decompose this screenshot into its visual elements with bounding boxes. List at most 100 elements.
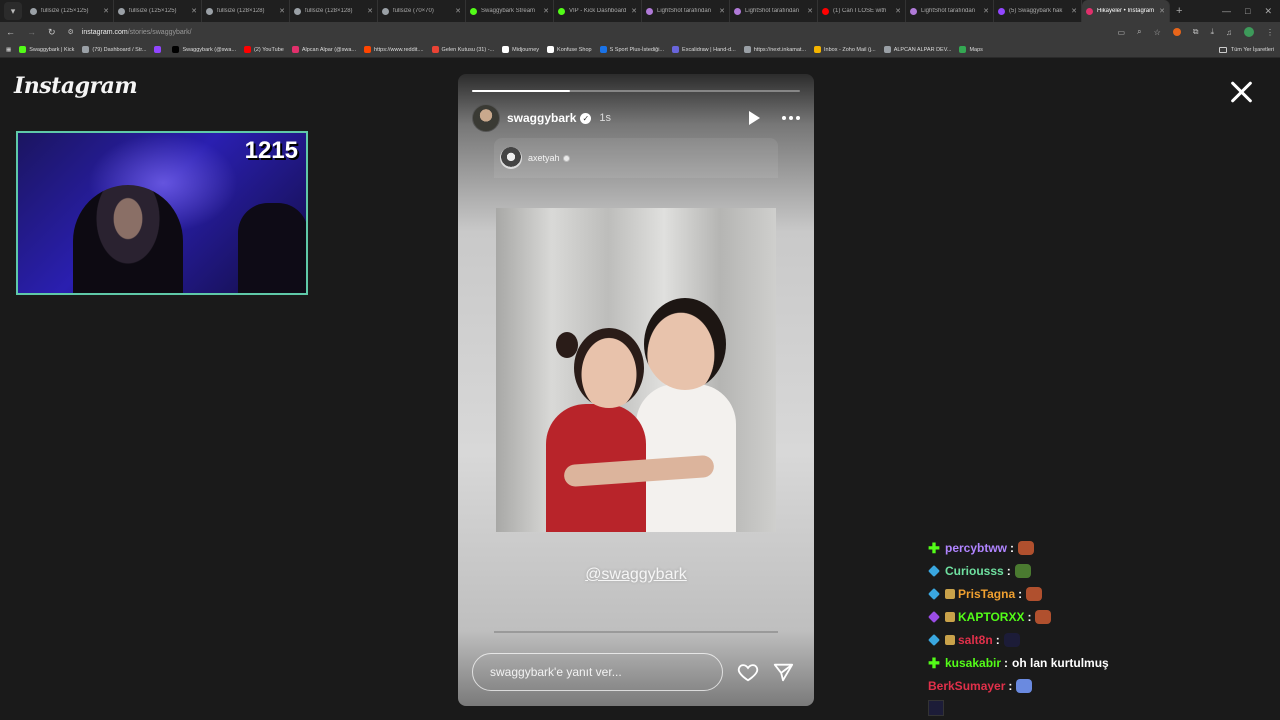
story-username[interactable]: swaggybark bbox=[507, 111, 576, 125]
browser-tab[interactable]: fullsize (125×125) ✕ bbox=[114, 0, 202, 22]
all-bookmarks-button[interactable]: Tüm Yer İşaretleri bbox=[1218, 46, 1274, 53]
bookmark-item[interactable]: Gelen Kutusu (31) -... bbox=[431, 46, 494, 53]
tab-search-button[interactable]: ▾ bbox=[4, 2, 22, 20]
tab-close-icon[interactable]: ✕ bbox=[807, 7, 813, 15]
url-field[interactable]: ⚙ instagram.com /stories/swaggybark/ bbox=[68, 24, 1118, 40]
apps-icon[interactable]: ▦ bbox=[6, 47, 11, 53]
reposted-post[interactable]: axetyah @swaggybark bbox=[494, 138, 778, 583]
tab-close-icon[interactable]: ✕ bbox=[895, 7, 901, 15]
tab-close-icon[interactable]: ✕ bbox=[191, 7, 197, 15]
close-story-icon[interactable] bbox=[1228, 79, 1254, 105]
play-icon[interactable] bbox=[749, 111, 760, 125]
browser-tab[interactable]: (1) Can I LOSE with ✕ bbox=[818, 0, 906, 22]
bookmark-item[interactable]: https://www.reddit.... bbox=[364, 46, 424, 53]
profile-avatar[interactable] bbox=[1244, 27, 1254, 37]
minimize-icon[interactable]: — bbox=[1222, 6, 1231, 17]
reload-icon[interactable]: ↻ bbox=[48, 27, 56, 38]
bookmark-item[interactable]: (79) Dashboard / Str... bbox=[82, 46, 146, 53]
plus-badge-icon: ✚ bbox=[928, 654, 940, 671]
window-close-icon[interactable]: ✕ bbox=[1264, 6, 1272, 17]
photo-boy-head bbox=[644, 298, 726, 390]
tab-favicon-icon bbox=[998, 7, 1005, 15]
tab-close-icon[interactable]: ✕ bbox=[983, 7, 989, 15]
chat-message: KAPTORXX: bbox=[928, 605, 1258, 628]
plus-badge-icon: ✚ bbox=[928, 539, 940, 556]
mention-sticker[interactable]: @swaggybark bbox=[494, 566, 778, 584]
tab-close-icon[interactable]: ✕ bbox=[631, 7, 637, 15]
chat-username[interactable]: Curiousss bbox=[945, 564, 1004, 578]
story-viewer[interactable]: swaggybark ✓ 1s axetyah @swaggybark bbox=[458, 74, 814, 706]
browser-tab[interactable]: fullsize (125×125) ✕ bbox=[26, 0, 114, 22]
bookmark-label: Alpcan Alpar (@swa... bbox=[301, 46, 357, 53]
chat-username[interactable]: percybtww bbox=[945, 541, 1007, 555]
bookmark-item[interactable] bbox=[154, 46, 164, 53]
tab-close-icon[interactable]: ✕ bbox=[1159, 7, 1165, 15]
tab-close-icon[interactable]: ✕ bbox=[103, 7, 109, 15]
tab-label: VIP - Kick Dashboard bbox=[569, 8, 627, 14]
story-avatar[interactable] bbox=[472, 104, 500, 132]
browser-tab[interactable]: fullsize (70×70) ✕ bbox=[378, 0, 466, 22]
browser-tab[interactable]: LightShot tarafından ✕ bbox=[730, 0, 818, 22]
bookmark-item[interactable]: Midjourney bbox=[502, 46, 539, 53]
maximize-icon[interactable]: □ bbox=[1245, 6, 1250, 17]
new-tab-button[interactable]: + bbox=[1176, 5, 1182, 17]
chat-separator: : bbox=[995, 632, 1000, 647]
chat-overlay: ✚ percybtww: Curiousss: PrisTagna: KAPTORXX:… bbox=[928, 536, 1258, 697]
cast-icon[interactable]: ▭ bbox=[1118, 28, 1126, 37]
forward-icon[interactable]: → bbox=[27, 27, 36, 37]
browser-tab[interactable]: Hikayeler • Instagram ✕ bbox=[1082, 0, 1170, 22]
bookmark-item[interactable]: Swaggybark | Kick bbox=[19, 46, 74, 53]
bookmark-item[interactable]: Alpcan Alpar (@swa... bbox=[291, 46, 357, 53]
site-info-icon[interactable]: ⚙ bbox=[68, 28, 74, 36]
chat-username[interactable]: BerkSumayer bbox=[928, 679, 1005, 693]
chat-username[interactable]: KAPTORXX bbox=[958, 610, 1024, 624]
instagram-logo[interactable]: Instagram bbox=[14, 73, 138, 99]
tab-favicon-icon bbox=[558, 7, 565, 15]
tab-label: fullsize (125×125) bbox=[129, 8, 177, 14]
like-heart-icon[interactable] bbox=[737, 661, 759, 683]
browser-tab[interactable]: VIP - Kick Dashboard ✕ bbox=[554, 0, 642, 22]
bookmark-item[interactable]: S Sport Plus-İstediği... bbox=[599, 46, 664, 53]
cube-badge-icon bbox=[928, 564, 940, 577]
tab-close-icon[interactable]: ✕ bbox=[543, 7, 549, 15]
chat-username[interactable]: kusakabir bbox=[945, 656, 1001, 670]
repost-username[interactable]: axetyah bbox=[528, 153, 560, 163]
bookmark-item[interactable]: Inbox - Zoho Mail (j... bbox=[814, 46, 876, 53]
extension-icon[interactable] bbox=[1172, 28, 1181, 36]
browser-tab[interactable]: LightShot tarafından ✕ bbox=[906, 0, 994, 22]
more-options-icon[interactable] bbox=[782, 116, 800, 120]
media-icon[interactable]: ♫ bbox=[1226, 28, 1232, 37]
tab-close-icon[interactable]: ✕ bbox=[719, 7, 725, 15]
browser-tab[interactable]: fullsize (128×128) ✕ bbox=[202, 0, 290, 22]
bookmark-favicon-icon bbox=[743, 46, 751, 53]
chat-username[interactable]: PrisTagna bbox=[958, 587, 1015, 601]
extensions-puzzle-icon[interactable]: ⧉ bbox=[1193, 27, 1199, 37]
bookmark-item[interactable]: Maps bbox=[959, 46, 983, 53]
bookmark-item[interactable]: Swaggybark (@swa... bbox=[172, 46, 236, 53]
chat-username[interactable]: salt8n bbox=[958, 633, 993, 647]
reply-input[interactable] bbox=[472, 653, 723, 691]
bookmark-item[interactable]: Konfuse Shop bbox=[547, 46, 592, 53]
bookmark-item[interactable]: Excalidraw | Hand-d... bbox=[672, 46, 736, 53]
zoom-icon[interactable]: ⌕ bbox=[1137, 27, 1141, 37]
bookmark-item[interactable]: ALPCAN ALPAR DEV... bbox=[883, 46, 951, 53]
chrome-menu-icon[interactable]: ⋮ bbox=[1266, 28, 1274, 37]
browser-tab[interactable]: fullsize (128×128) ✕ bbox=[290, 0, 378, 22]
download-icon[interactable]: ⤓ bbox=[1210, 27, 1214, 37]
cube-badge-icon bbox=[928, 633, 940, 646]
verified-badge-icon: ✓ bbox=[580, 112, 592, 124]
browser-tab[interactable]: Swaggybark Stream ✕ bbox=[466, 0, 554, 22]
back-icon[interactable]: ← bbox=[6, 27, 15, 37]
bookmark-item[interactable]: (2) YouTube bbox=[244, 46, 284, 53]
tab-close-icon[interactable]: ✕ bbox=[279, 7, 285, 15]
browser-tab[interactable]: LightShot tarafından ✕ bbox=[642, 0, 730, 22]
tab-close-icon[interactable]: ✕ bbox=[1071, 7, 1077, 15]
repost-avatar[interactable] bbox=[500, 147, 522, 169]
bookmark-star-icon[interactable]: ☆ bbox=[1154, 28, 1161, 37]
story-photo bbox=[496, 208, 776, 532]
bookmark-item[interactable]: https://next.inkamat... bbox=[743, 46, 806, 53]
send-icon[interactable] bbox=[772, 661, 794, 683]
tab-close-icon[interactable]: ✕ bbox=[367, 7, 373, 15]
tab-close-icon[interactable]: ✕ bbox=[455, 7, 461, 15]
browser-tab[interactable]: (5) Swaggybark hak ✕ bbox=[994, 0, 1082, 22]
